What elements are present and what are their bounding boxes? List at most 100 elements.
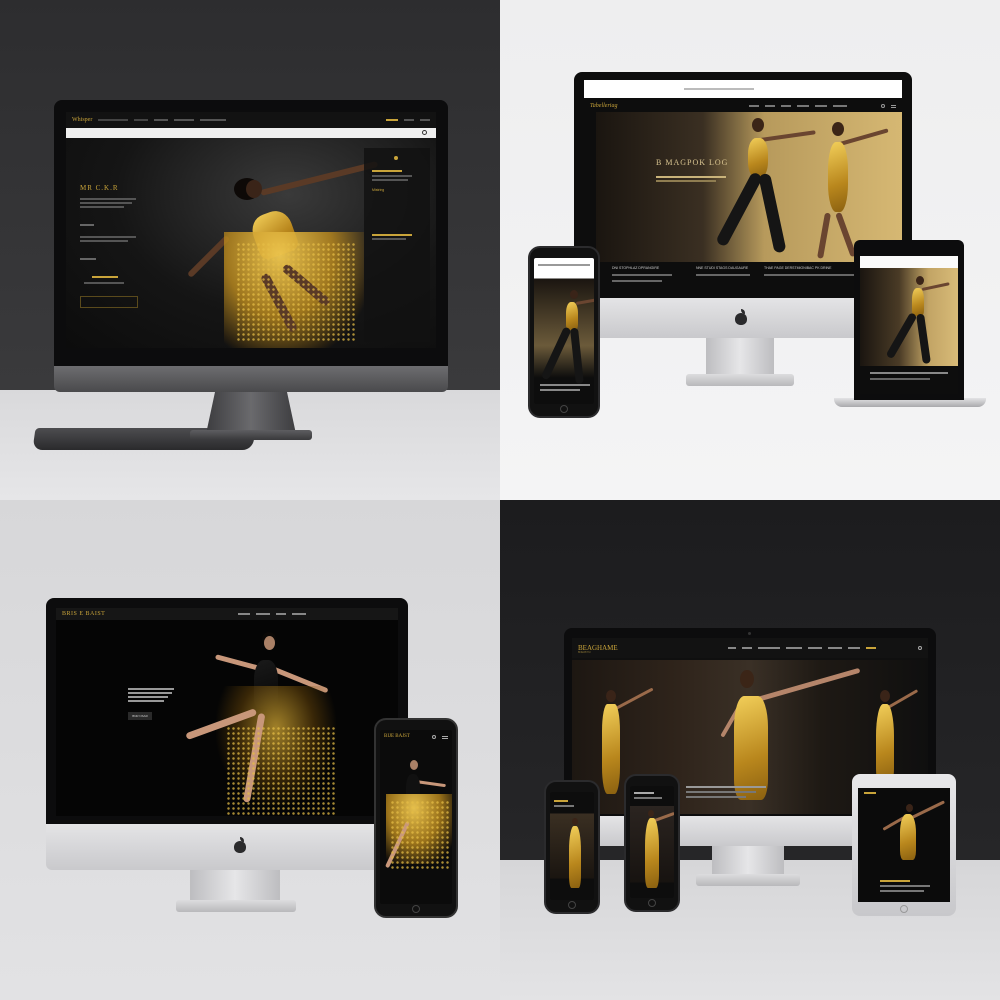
search-icon[interactable] bbox=[432, 735, 436, 739]
caption-line bbox=[686, 786, 766, 788]
apple-logo-icon bbox=[233, 837, 247, 854]
phone-text-line bbox=[554, 800, 568, 802]
sidebar-text-line bbox=[372, 175, 412, 177]
nav-link[interactable] bbox=[256, 613, 270, 615]
search-icon[interactable] bbox=[881, 104, 885, 108]
hero-banner: B MAGPOK LOG bbox=[596, 112, 902, 262]
nav-link[interactable] bbox=[742, 647, 752, 649]
imac-chin bbox=[54, 366, 448, 392]
search-icon[interactable] bbox=[918, 646, 922, 650]
nav-link[interactable] bbox=[808, 647, 822, 649]
nav-link[interactable] bbox=[815, 105, 827, 107]
monitor-stand bbox=[706, 338, 774, 378]
hero-text-line bbox=[80, 258, 96, 260]
nav-link[interactable] bbox=[134, 119, 149, 121]
footer-text-line bbox=[764, 274, 854, 276]
monitor-foot bbox=[176, 900, 296, 912]
phone-screen bbox=[534, 258, 594, 404]
phone-text-line bbox=[540, 384, 590, 386]
nav-link[interactable] bbox=[828, 647, 842, 649]
menu-icon[interactable] bbox=[442, 736, 448, 739]
nav-link[interactable] bbox=[728, 647, 736, 649]
nav-link[interactable] bbox=[749, 105, 759, 107]
tablet-screen bbox=[858, 788, 950, 902]
nav-link[interactable] bbox=[276, 613, 286, 615]
footer-text-line bbox=[612, 280, 662, 282]
hero-heading: MR C.K.R bbox=[80, 184, 119, 192]
laptop-text-line bbox=[870, 378, 930, 380]
footer-column-heading: DNI STOPHLAZ DPRANGIRE bbox=[612, 266, 660, 270]
nav-link[interactable] bbox=[98, 119, 129, 121]
tablet-text-line bbox=[880, 880, 910, 882]
nav-link[interactable] bbox=[765, 105, 775, 107]
nav-link[interactable] bbox=[786, 647, 802, 649]
nav-link[interactable] bbox=[833, 105, 847, 107]
nav-link[interactable] bbox=[866, 647, 876, 649]
home-button-icon[interactable] bbox=[648, 899, 656, 907]
hero-cta-button[interactable] bbox=[80, 296, 138, 308]
apple-logo-icon bbox=[734, 309, 748, 326]
nav-link[interactable] bbox=[781, 105, 791, 107]
nav-link[interactable] bbox=[420, 119, 430, 121]
imac-screen: BRIS E BAIST BNR NSAR bbox=[56, 608, 398, 816]
imac-chin bbox=[46, 824, 408, 870]
phone-text-line bbox=[634, 797, 662, 799]
phone-device bbox=[528, 246, 600, 418]
nav-link[interactable] bbox=[797, 105, 809, 107]
hero-text-line bbox=[84, 282, 124, 284]
footer-text-line bbox=[612, 274, 672, 276]
monitor-foot bbox=[696, 874, 800, 886]
monitor-foot bbox=[190, 430, 312, 440]
imac-screen: Whisper MR C.K.R Mistring bbox=[66, 112, 436, 348]
menu-icon[interactable] bbox=[891, 104, 896, 108]
home-button-icon[interactable] bbox=[568, 901, 576, 909]
sidebar-text-line bbox=[372, 179, 408, 181]
phone-text-line bbox=[554, 805, 574, 807]
nav-link[interactable] bbox=[848, 647, 860, 649]
sidebar-text-line bbox=[372, 238, 406, 240]
footer-column-heading: NNE STUDI STAGS DAUGAURE bbox=[696, 266, 749, 270]
home-button-icon[interactable] bbox=[412, 905, 420, 913]
hero-text-line bbox=[80, 198, 136, 200]
footer-column-heading: THAE PAGE DERSTMIONIBAC PK DRINE bbox=[764, 266, 832, 270]
phone-text-line bbox=[634, 792, 654, 794]
tablet-text-line bbox=[880, 885, 930, 887]
nav-link[interactable] bbox=[154, 119, 169, 121]
phone-screen bbox=[630, 786, 674, 898]
sparkle-icon bbox=[394, 156, 398, 160]
laptop-nav bbox=[860, 256, 958, 268]
sidebar-link[interactable]: Mistring bbox=[372, 188, 384, 192]
caption-line bbox=[686, 796, 746, 798]
monitor-stand bbox=[190, 870, 280, 904]
nav-link[interactable] bbox=[758, 647, 780, 649]
sidebar-text-line bbox=[372, 170, 402, 172]
phone-screen bbox=[550, 792, 594, 900]
hero-dancer-image bbox=[560, 818, 590, 894]
home-button-icon[interactable] bbox=[900, 905, 908, 913]
nav-link[interactable] bbox=[404, 119, 414, 121]
address-text bbox=[684, 88, 754, 90]
nav-link-active[interactable] bbox=[386, 119, 398, 121]
nav-link[interactable] bbox=[174, 119, 195, 121]
hero-text-line bbox=[80, 236, 136, 238]
nav-link[interactable] bbox=[200, 119, 227, 121]
sub-nav-bar bbox=[66, 128, 436, 138]
phone-nav bbox=[538, 264, 590, 266]
site-logo[interactable]: BRIS E BAIST bbox=[62, 611, 105, 617]
mockup-panel-top-left: Whisper MR C.K.R Mistring bbox=[0, 0, 500, 500]
phone-screen: BIJE BAJST bbox=[380, 730, 452, 904]
phone-logo[interactable]: BIJE BAJST bbox=[384, 734, 410, 739]
hero-text-line bbox=[80, 202, 132, 204]
site-logo[interactable]: Whisper bbox=[72, 117, 92, 123]
hero-dancer-image bbox=[885, 276, 950, 366]
home-button-icon[interactable] bbox=[560, 405, 568, 413]
monitor-stand bbox=[206, 392, 296, 434]
monitor-stand bbox=[712, 846, 784, 876]
site-logo[interactable]: Tabelleriag bbox=[590, 103, 617, 109]
sidebar-text-line bbox=[372, 234, 412, 236]
search-icon[interactable] bbox=[422, 130, 427, 135]
nav-link[interactable] bbox=[292, 613, 306, 615]
nav-link[interactable] bbox=[238, 613, 250, 615]
site-nav: Whisper bbox=[66, 112, 436, 128]
mockup-panel-bottom-left: BRIS E BAIST BNR NSAR BIJE BAJST bbox=[0, 500, 500, 1000]
